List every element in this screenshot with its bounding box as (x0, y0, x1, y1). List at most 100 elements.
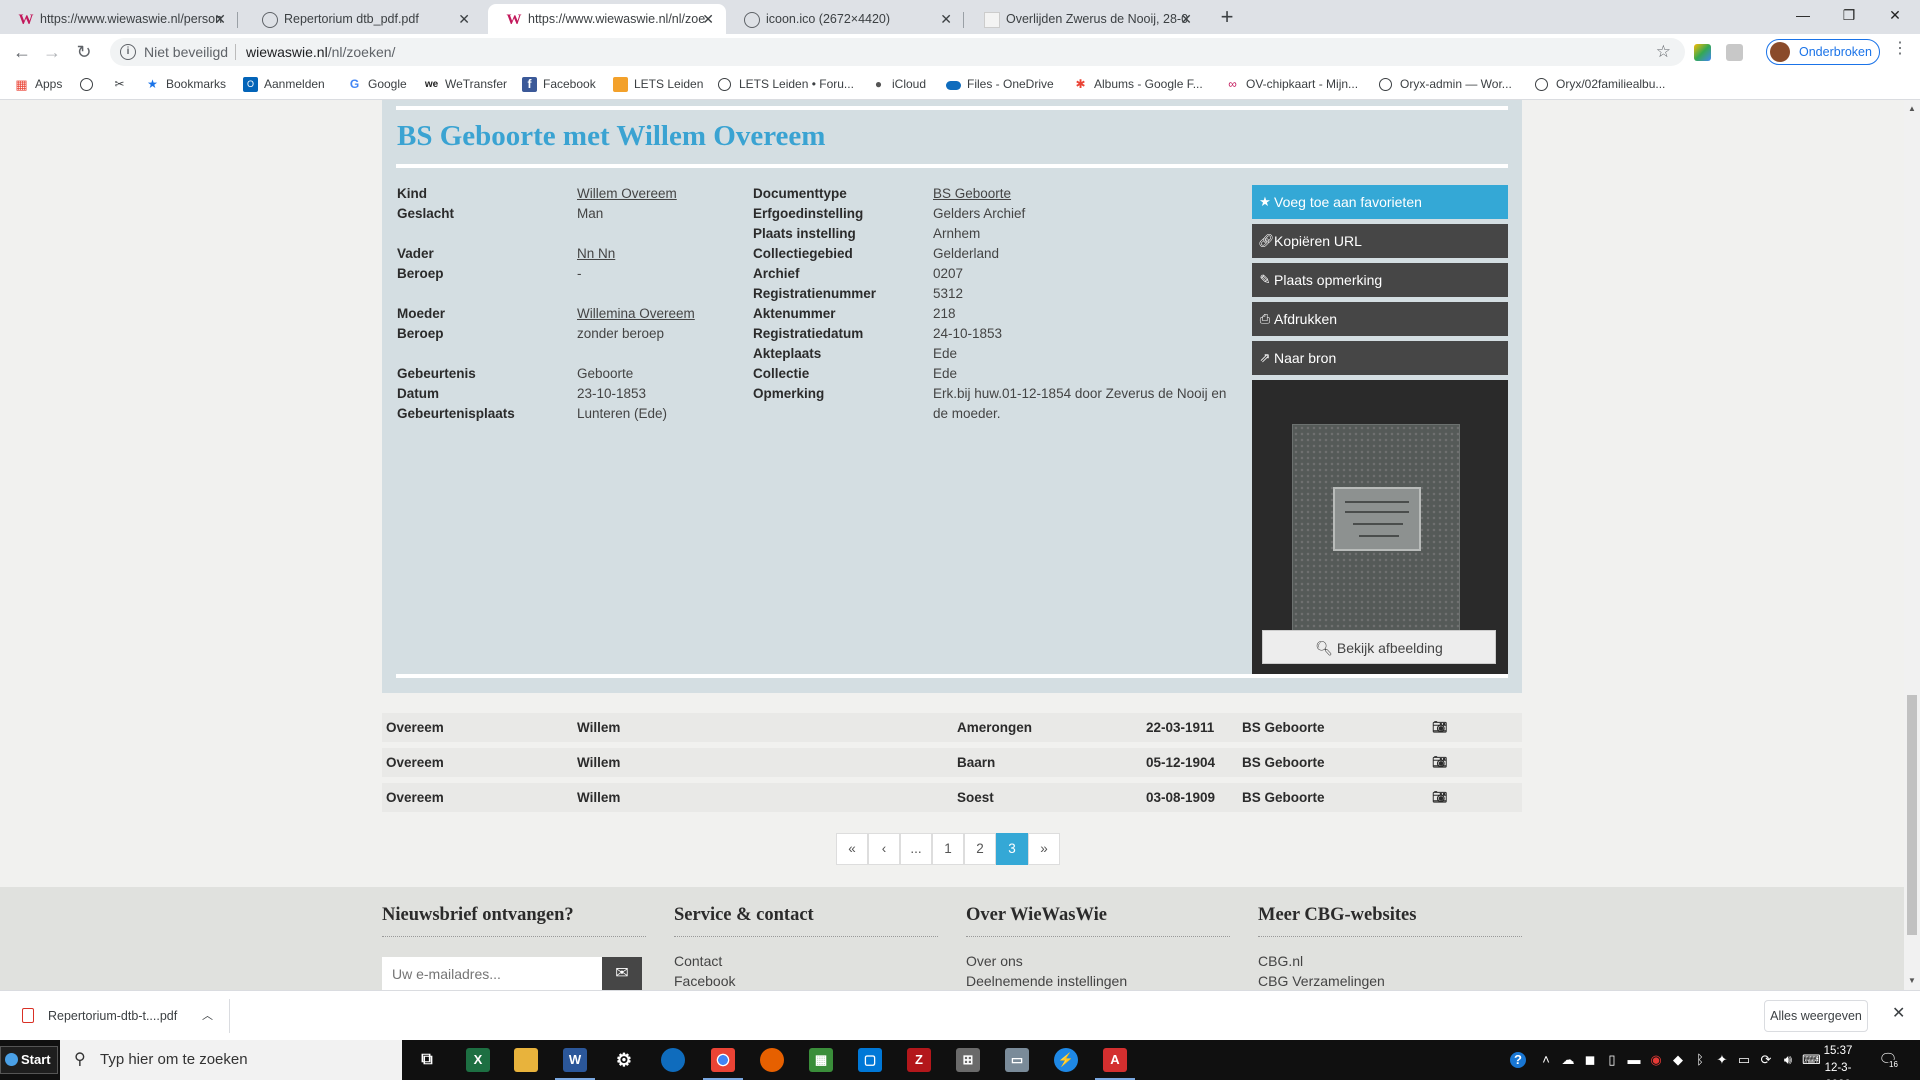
security-status[interactable]: Niet beveiligd (144, 38, 228, 66)
facebook-link[interactable]: Facebook (674, 971, 938, 990)
bookmark-apps[interactable]: ▦ Apps (14, 70, 62, 100)
window-app-icon[interactable]: ▢ (858, 1048, 882, 1072)
first-page-button[interactable]: « (836, 833, 868, 865)
bookmark-lets-forum[interactable]: LETS Leiden • Foru... (718, 70, 854, 100)
onedrive-icon[interactable]: ◼ (1582, 1052, 1598, 1068)
email-field[interactable] (382, 957, 602, 990)
chrome-icon[interactable] (703, 1048, 743, 1080)
page-1-button[interactable]: 1 (932, 833, 964, 865)
google-drive-extension-icon[interactable] (1694, 44, 1711, 61)
tab-repertorium-pdf[interactable]: Repertorium dtb_pdf.pdf ✕ (244, 4, 482, 34)
bookmark-star-icon[interactable]: ☆ (1656, 38, 1671, 66)
archive-scan-thumbnail[interactable]: 🔍︎ Bekijk afbeelding (1252, 380, 1508, 674)
bookmark-lets-leiden[interactable]: LETS Leiden (613, 70, 703, 100)
bookmark-aanmelden[interactable]: O Aanmelden (243, 70, 325, 100)
subscribe-envelope-button[interactable]: ✉ (602, 957, 642, 990)
bookmark-google[interactable]: G Google (347, 70, 407, 100)
participating-institutions-link[interactable]: Deelnemende instellingen (966, 971, 1230, 990)
print-button[interactable]: ⎙ Afdrukken (1252, 302, 1508, 336)
back-icon[interactable]: ← (8, 38, 36, 66)
page-3-button[interactable]: 3 (996, 833, 1028, 865)
start-button[interactable]: Start (0, 1046, 58, 1074)
result-row[interactable]: Overeem Willem Amerongen 22-03-1911 BS G… (382, 713, 1522, 742)
next-page-button[interactable]: » (1028, 833, 1060, 865)
close-shelf-icon[interactable]: ✕ (1892, 1003, 1905, 1023)
bluetooth-icon[interactable]: ᛒ (1692, 1052, 1708, 1068)
camera-icon[interactable]: 📷︎ (1432, 713, 1447, 742)
result-row[interactable]: Overeem Willem Soest 03-08-1909 BS Geboo… (382, 783, 1522, 812)
bookmark-onedrive[interactable]: Files - OneDrive (946, 70, 1054, 100)
notification-center-icon[interactable]: 🗨︎ 16 (1878, 1050, 1899, 1070)
page-2-button[interactable]: 2 (964, 833, 996, 865)
acrobat-icon[interactable]: A (1095, 1048, 1135, 1080)
close-tab-icon[interactable]: ✕ (702, 4, 714, 34)
antivirus-icon[interactable]: ◉ (1648, 1052, 1664, 1068)
close-window-icon[interactable]: ✕ (1872, 0, 1918, 30)
pdf-extension-icon[interactable] (1726, 44, 1743, 61)
copy-url-button[interactable]: 🔗︎ Kopiëren URL (1252, 224, 1508, 258)
url-text[interactable]: wiewaswie.nl/nl/zoeken/ (246, 38, 395, 66)
result-row[interactable]: Overeem Willem Baarn 05-12-1904 BS Geboo… (382, 748, 1522, 777)
usb-icon[interactable]: ▯ (1604, 1052, 1620, 1068)
tab-wiewaswie-person[interactable]: W https://www.wiewaswie.nl/person ✕ (0, 4, 238, 34)
profile-button[interactable]: Onderbroken (1766, 39, 1880, 65)
go-to-source-button[interactable]: ⇗ Naar bron (1252, 341, 1508, 375)
bookmark-wetransfer[interactable]: we WeTransfer (424, 70, 507, 100)
browser-menu-icon[interactable]: ⋮ (1892, 38, 1908, 60)
previous-page-button[interactable]: ‹ (868, 833, 900, 865)
tab-wiewaswie-zoeken[interactable]: W https://www.wiewaswie.nl/nl/zoe ✕ (488, 4, 726, 34)
chat-bubble-icon[interactable]: ▬ (1626, 1052, 1642, 1068)
help-icon[interactable]: ? (1510, 1052, 1526, 1068)
app-icon[interactable]: ⚡ (1054, 1048, 1078, 1072)
minimize-window-icon[interactable]: — (1780, 0, 1826, 30)
download-item[interactable]: Repertorium-dtb-t....pdf ︿ (14, 999, 230, 1033)
add-remark-button[interactable]: ✎ Plaats opmerking (1252, 263, 1508, 297)
bookmark-oryx-admin[interactable]: Oryx-admin — Wor... (1379, 70, 1512, 100)
word-icon[interactable]: W (555, 1048, 595, 1080)
about-us-link[interactable]: Over ons (966, 951, 1230, 971)
info-icon[interactable]: i (120, 44, 136, 60)
chat-icon[interactable] (661, 1048, 685, 1072)
clock[interactable]: 15:37 12-3-2020 (1813, 1043, 1863, 1080)
taskbar-search[interactable]: ⚲ Typ hier om te zoeken (60, 1040, 402, 1080)
reload-icon[interactable]: ↻ (70, 38, 98, 66)
scroll-up-icon[interactable]: ▲ (1904, 104, 1920, 113)
document-type-link[interactable]: BS Geboorte (933, 184, 1011, 204)
network-app-icon[interactable]: ⊞ (956, 1048, 980, 1072)
close-tab-icon[interactable]: ✕ (458, 4, 470, 34)
file-explorer-icon[interactable] (514, 1048, 538, 1072)
close-tab-icon[interactable]: ✕ (1180, 4, 1192, 34)
bookmark-globe[interactable] (80, 70, 101, 100)
bookmark-google-photos[interactable]: ✱ Albums - Google F... (1073, 70, 1202, 100)
bookmark-tools[interactable]: ✂ (112, 70, 133, 100)
task-view-icon[interactable]: ⧉ (415, 1048, 439, 1072)
show-all-downloads-button[interactable]: Alles weergeven (1764, 1000, 1868, 1032)
dropbox-icon[interactable]: ✦ (1714, 1052, 1730, 1068)
tab-icoon-ico[interactable]: icoon.ico (2672×4420) ✕ (726, 4, 964, 34)
filezilla-icon[interactable]: Z (907, 1048, 931, 1072)
chevron-up-icon[interactable]: ˄ (1538, 1052, 1554, 1068)
page-scrollbar[interactable]: ▲ ▼ (1904, 100, 1920, 990)
restore-window-icon[interactable]: ❐ (1826, 0, 1872, 30)
bookmark-facebook[interactable]: f Facebook (522, 70, 596, 100)
bookmark-bookmarks[interactable]: ★ Bookmarks (145, 70, 226, 100)
excel-icon[interactable]: X (466, 1048, 490, 1072)
forward-icon[interactable]: → (38, 38, 66, 66)
close-tab-icon[interactable]: ✕ (214, 4, 226, 34)
bookmark-ov-chipkaart[interactable]: ∞ OV-chipkaart - Mijn... (1225, 70, 1358, 100)
view-image-button[interactable]: 🔍︎ Bekijk afbeelding (1262, 630, 1496, 664)
network-icon[interactable]: ▭ (1736, 1052, 1752, 1068)
scrollbar-thumb[interactable] (1907, 695, 1917, 935)
dropbox-icon[interactable]: ◆ (1670, 1052, 1686, 1068)
bookmark-icloud[interactable]: ● iCloud (871, 70, 926, 100)
cloud-icon[interactable]: ☁ (1560, 1052, 1576, 1068)
new-tab-button[interactable]: + (1213, 4, 1241, 32)
scroll-down-icon[interactable]: ▼ (1904, 976, 1920, 985)
chevron-up-icon[interactable]: ︿ (202, 999, 213, 1033)
add-to-favorites-button[interactable]: ★ Voeg toe aan favorieten (1252, 185, 1508, 219)
bookmark-oryx-familiealbum[interactable]: Oryx/02familiealbu... (1535, 70, 1665, 100)
scanner-icon[interactable]: ▭ (1005, 1048, 1029, 1072)
camera-icon[interactable]: 📷︎ (1432, 783, 1447, 812)
tab-overlijden[interactable]: Overlijden Zwerus de Nooij, 28-0 ✕ (966, 4, 1204, 34)
cbg-link[interactable]: CBG.nl (1258, 951, 1522, 971)
